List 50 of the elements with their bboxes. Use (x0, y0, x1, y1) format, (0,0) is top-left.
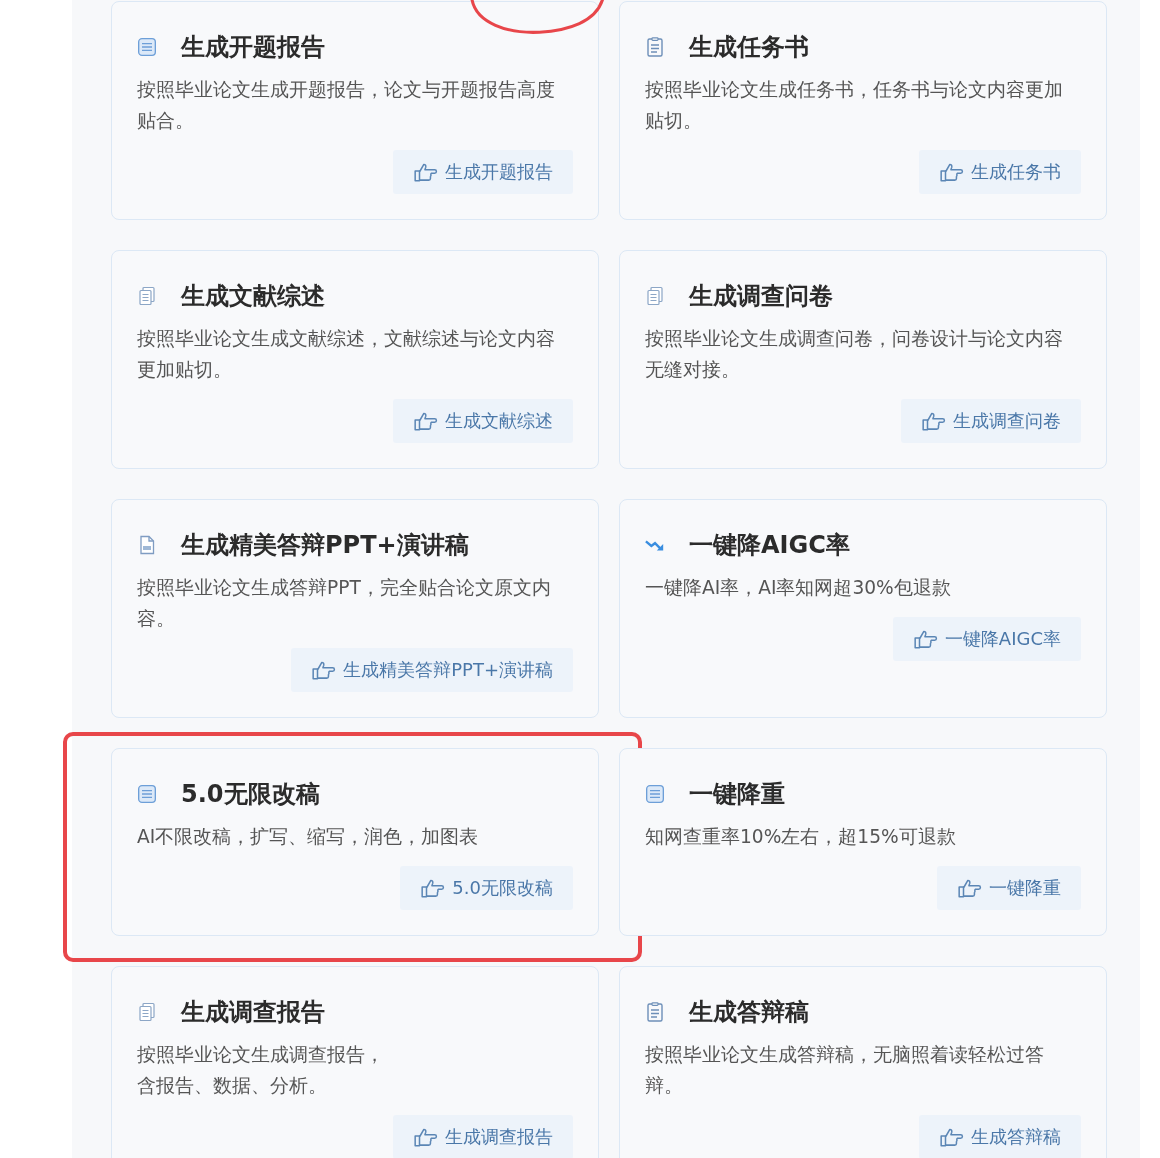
card-description: 按照毕业论文生成开题报告，论文与开题报告高度贴合。 (137, 78, 556, 133)
pointing-hand-icon (413, 410, 439, 432)
card-description: 按照毕业论文生成任务书，任务书与论文内容更加贴切。 (645, 78, 1064, 133)
form-icon (137, 784, 157, 804)
card-description: 按照毕业论文生成文献综述，文献综述与论文内容更加贴切。 (137, 327, 556, 382)
card-title: 生成开题报告 (181, 32, 325, 63)
card-title: 生成任务书 (689, 32, 809, 63)
generate-button[interactable]: 一键降AIGC率 (892, 617, 1081, 661)
card-description: 按照毕业论文生成答辩稿，无脑照着读轻松过答辩。 (645, 1043, 1045, 1098)
generate-button[interactable]: 生成答辩稿 (919, 1115, 1081, 1158)
pointing-hand-icon (921, 410, 947, 432)
generate-button[interactable]: 生成文献综述 (393, 399, 573, 443)
pointing-hand-icon (420, 877, 447, 899)
card-title: 生成调查报告 (181, 997, 325, 1028)
documents-icon (137, 286, 157, 306)
pointing-hand-icon (311, 659, 338, 681)
card-description: 按照毕业论文生成调查报告， (137, 1043, 385, 1067)
card-title: 生成文献综述 (181, 281, 325, 312)
pointing-hand-icon (939, 1126, 965, 1148)
generate-button[interactable]: 生成任务书 (919, 150, 1081, 194)
card-description: 知网查重率10%左右，超15%可退款 (645, 825, 957, 849)
documents-icon (137, 1002, 157, 1022)
card-description: 含报告、数据、分析。 (137, 1074, 328, 1098)
card-title: 生成答辩稿 (689, 997, 809, 1028)
pointing-hand-icon (912, 628, 939, 650)
generate-button[interactable]: 生成调查报告 (393, 1115, 573, 1158)
generate-button[interactable]: 生成精美答辩PPT+演讲稿 (291, 648, 573, 692)
pointing-hand-icon (413, 1126, 439, 1148)
card-description: 按照毕业论文生成答辩PPT，完全贴合论文原文内容。 (137, 576, 552, 631)
generate-button[interactable]: 5.0无限改稿 (400, 866, 573, 910)
generate-button[interactable]: 生成调查问卷 (901, 399, 1081, 443)
generate-button[interactable]: 生成开题报告 (393, 150, 573, 194)
card-description: 按照毕业论文生成调查问卷，问卷设计与论文内容无缝对接。 (645, 327, 1064, 382)
document-icon (645, 37, 665, 57)
pointing-hand-icon (939, 161, 965, 183)
documents-icon (645, 286, 665, 306)
card-description: 一键降AI率，AI率知网超30%包退款 (645, 576, 952, 600)
card-title: 生成精美答辩PPT+演讲稿 (181, 530, 469, 561)
pointing-hand-icon (413, 161, 439, 183)
form-icon (645, 784, 665, 804)
card-title: 生成调查问卷 (689, 281, 833, 312)
form-icon (137, 37, 157, 57)
document-icon (645, 1002, 665, 1022)
card-title: 一键降AIGC率 (689, 530, 850, 561)
card-title: 一键降重 (689, 779, 785, 810)
generate-button[interactable]: 一键降重 (937, 866, 1081, 910)
file-icon (137, 535, 157, 555)
card-title: 5.0无限改稿 (181, 779, 320, 810)
pointing-hand-icon (957, 877, 983, 899)
card-description: AI不限改稿，扩写、缩写，润色，加图表 (137, 825, 480, 849)
